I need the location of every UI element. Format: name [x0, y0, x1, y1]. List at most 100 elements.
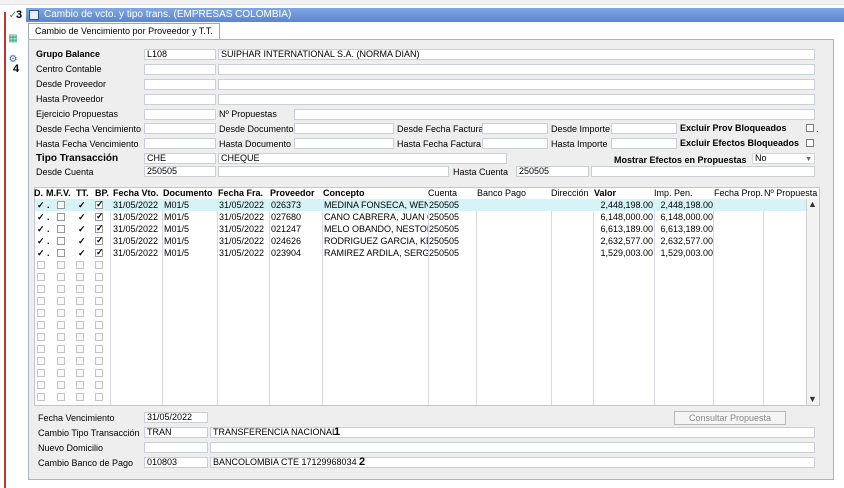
empty-checkbox-d[interactable]: [37, 345, 45, 353]
empty-checkbox-d[interactable]: [37, 381, 45, 389]
empty-checkbox-bp[interactable]: [95, 261, 103, 269]
desde-documento-field[interactable]: [294, 123, 394, 134]
column-header[interactable]: M.: [46, 188, 56, 199]
column-header[interactable]: Documento: [163, 188, 213, 199]
empty-checkbox-tt[interactable]: [76, 273, 84, 281]
empty-checkbox-d[interactable]: [37, 297, 45, 305]
row-check-tt[interactable]: ✓: [78, 211, 86, 223]
row-check-tt[interactable]: ✓: [78, 223, 86, 235]
desde-proveedor-code-field[interactable]: [144, 79, 216, 90]
mostrar-efectos-select[interactable]: No ▼: [752, 153, 815, 164]
empty-checkbox-tt[interactable]: [76, 369, 84, 377]
column-header[interactable]: Fecha Prop.: [714, 188, 763, 199]
row-checkbox-fv[interactable]: [57, 225, 65, 233]
column-header[interactable]: Imp. Pen.: [654, 188, 693, 199]
empty-checkbox-fv[interactable]: [57, 381, 65, 389]
empty-checkbox-bp[interactable]: [95, 357, 103, 365]
hasta-fecha-venc-field[interactable]: [144, 138, 216, 149]
empty-checkbox-fv[interactable]: [57, 309, 65, 317]
hasta-cuenta-field[interactable]: 250505: [516, 166, 589, 177]
empty-checkbox-d[interactable]: [37, 261, 45, 269]
empty-checkbox-bp[interactable]: [95, 381, 103, 389]
empty-checkbox-bp[interactable]: [95, 333, 103, 341]
empty-checkbox-bp[interactable]: [95, 369, 103, 377]
vertical-scrollbar[interactable]: [806, 199, 819, 405]
hasta-cuenta-name-field[interactable]: [591, 166, 815, 177]
cambio-tt-name-field[interactable]: TRANSFERENCIA NACIONAL: [210, 427, 815, 438]
consultar-propuesta-button[interactable]: Consultar Propuesta: [674, 411, 786, 425]
empty-checkbox-tt[interactable]: [76, 333, 84, 341]
excluir-prov-checkbox[interactable]: [806, 124, 814, 132]
cambio-banco-code-field[interactable]: 010803: [144, 457, 208, 468]
nuevo-domicilio-code-field[interactable]: [144, 442, 208, 453]
desde-cuenta-name-field[interactable]: [218, 166, 449, 177]
empty-checkbox-fv[interactable]: [57, 369, 65, 377]
desde-importe-field[interactable]: [611, 123, 677, 134]
empty-checkbox-fv[interactable]: [57, 261, 65, 269]
row-check-d[interactable]: ✓: [37, 199, 45, 211]
column-header[interactable]: F.V.: [56, 188, 71, 199]
empty-checkbox-tt[interactable]: [76, 381, 84, 389]
column-header[interactable]: TT.: [76, 188, 89, 199]
cambio-banco-name-field[interactable]: BANCOLOMBIA CTE 17129968034: [210, 457, 815, 468]
empty-checkbox-fv[interactable]: [57, 285, 65, 293]
column-header[interactable]: Concepto: [323, 188, 365, 199]
empty-checkbox-d[interactable]: [37, 273, 45, 281]
grupo-balance-code-field[interactable]: L108: [144, 49, 216, 60]
excluir-efectos-checkbox[interactable]: [806, 139, 814, 147]
empty-checkbox-fv[interactable]: [57, 273, 65, 281]
desde-proveedor-name-field[interactable]: [218, 79, 815, 90]
scroll-down-icon[interactable]: ▼: [808, 393, 817, 405]
desde-cuenta-field[interactable]: 250505: [144, 166, 216, 177]
row-check-tt[interactable]: ✓: [78, 235, 86, 247]
empty-checkbox-bp[interactable]: [95, 285, 103, 293]
empty-checkbox-tt[interactable]: [76, 321, 84, 329]
row-check-d[interactable]: ✓: [37, 235, 45, 247]
empty-checkbox-d[interactable]: [37, 333, 45, 341]
empty-checkbox-d[interactable]: [37, 369, 45, 377]
n-propuestas-field[interactable]: [294, 109, 815, 120]
empty-checkbox-tt[interactable]: [76, 393, 84, 401]
empty-checkbox-bp[interactable]: [95, 393, 103, 401]
grupo-balance-name-field[interactable]: SUIPHAR INTERNATIONAL S.A. (NORMA DIAN): [218, 49, 815, 60]
hasta-proveedor-code-field[interactable]: [144, 94, 216, 105]
hasta-importe-field[interactable]: [611, 138, 677, 149]
empty-checkbox-d[interactable]: [37, 309, 45, 317]
tipo-transaccion-code-field[interactable]: CHE: [144, 153, 216, 164]
desde-fecha-venc-field[interactable]: [144, 123, 216, 134]
empty-checkbox-bp[interactable]: [95, 321, 103, 329]
empty-checkbox-fv[interactable]: [57, 297, 65, 305]
empty-checkbox-bp[interactable]: [95, 273, 103, 281]
nuevo-domicilio-name-field[interactable]: [210, 442, 815, 453]
hasta-documento-field[interactable]: [294, 138, 394, 149]
column-header[interactable]: Valor: [594, 188, 616, 199]
cambio-tt-code-field[interactable]: TRAN: [144, 427, 208, 438]
desde-fecha-factura-field[interactable]: [482, 123, 548, 134]
column-header[interactable]: Cuenta: [428, 188, 457, 199]
row-checkbox-fv[interactable]: [57, 237, 65, 245]
empty-checkbox-fv[interactable]: [57, 393, 65, 401]
empty-checkbox-fv[interactable]: [57, 345, 65, 353]
fecha-venc-field[interactable]: 31/05/2022: [144, 412, 208, 423]
empty-checkbox-fv[interactable]: [57, 357, 65, 365]
empty-checkbox-d[interactable]: [37, 393, 45, 401]
empty-checkbox-tt[interactable]: [76, 357, 84, 365]
centro-contable-name-field[interactable]: [218, 64, 815, 75]
column-header[interactable]: Proveedor: [270, 188, 315, 199]
column-header[interactable]: Fecha Vto.: [113, 188, 159, 199]
empty-checkbox-bp[interactable]: [95, 309, 103, 317]
empty-checkbox-fv[interactable]: [57, 333, 65, 341]
column-header[interactable]: Fecha Fra.: [218, 188, 263, 199]
ejercicio-propuestas-field[interactable]: [144, 109, 216, 120]
row-checkbox-fv[interactable]: [57, 201, 65, 209]
empty-checkbox-bp[interactable]: [95, 297, 103, 305]
empty-checkbox-d[interactable]: [37, 357, 45, 365]
row-check-d[interactable]: ✓: [37, 223, 45, 235]
empty-checkbox-tt[interactable]: [76, 309, 84, 317]
row-check-d[interactable]: ✓: [37, 247, 45, 259]
empty-checkbox-bp[interactable]: [95, 345, 103, 353]
centro-contable-code-field[interactable]: [144, 64, 216, 75]
empty-checkbox-tt[interactable]: [76, 297, 84, 305]
row-check-tt[interactable]: ✓: [78, 199, 86, 211]
scroll-up-icon[interactable]: ▲: [808, 198, 817, 210]
